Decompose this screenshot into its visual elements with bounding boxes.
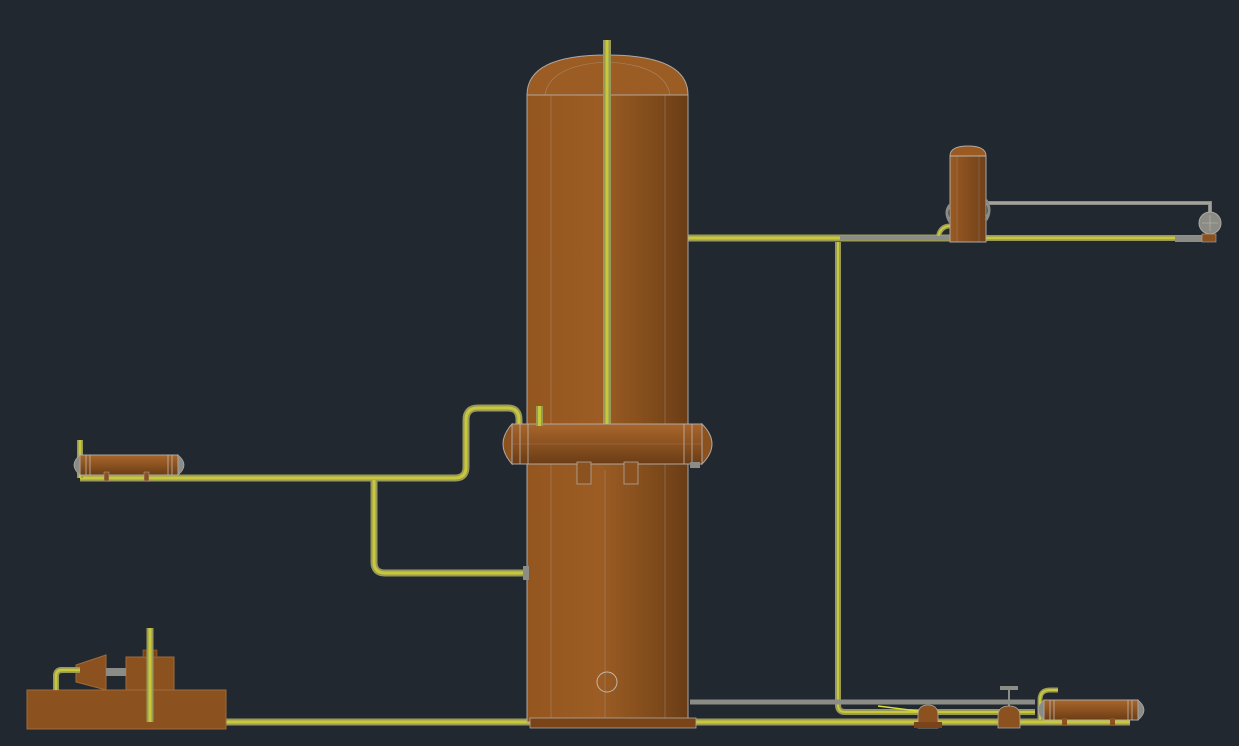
hx-saddle-left [576,461,592,485]
column-nozzle [523,566,529,580]
right-end-cap [1175,211,1222,243]
control-valve [997,686,1021,729]
process-plant-elevation-drawing [26,40,1222,730]
valve-handwheel [1000,686,1018,690]
drum-vent-pipe [985,201,1212,215]
pump-volute [75,654,107,691]
main-column-vessel [523,40,697,729]
reflux-drum [945,145,991,243]
skid-base [26,689,227,730]
drawing-viewport [0,0,1239,746]
pump-small [914,704,942,729]
pump-skid [26,628,227,730]
feed-branch-pipe [370,480,526,577]
reflux-downcomer-pipe [835,242,1035,715]
hx-saddle-right [623,461,639,485]
